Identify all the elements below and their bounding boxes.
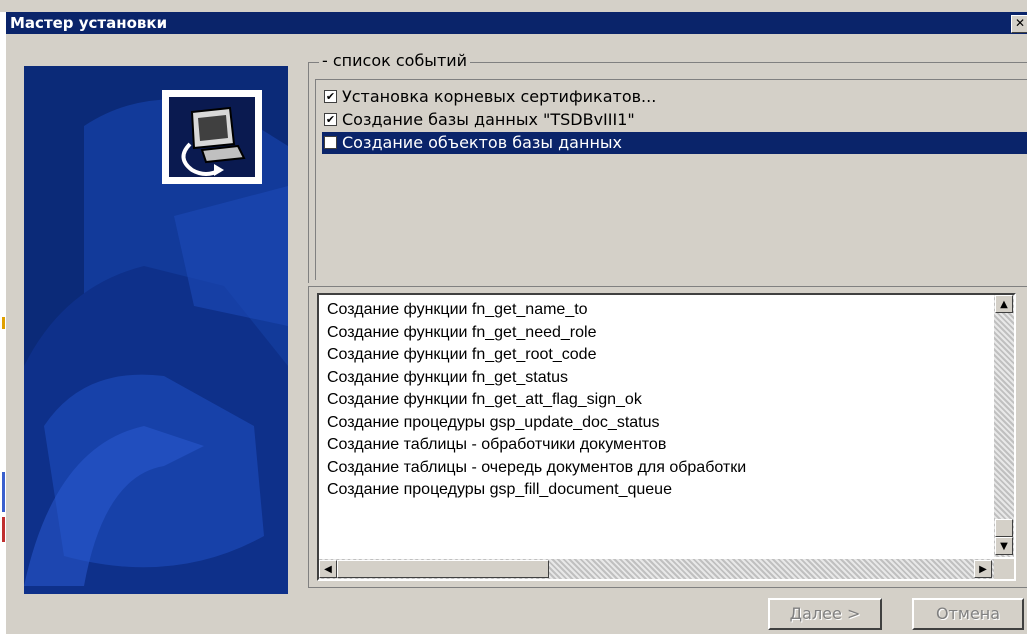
event-label: Установка корневых сертификатов...: [342, 87, 657, 106]
vertical-scroll-thumb[interactable]: [995, 519, 1013, 537]
event-checkbox[interactable]: ✔: [324, 90, 337, 103]
horizontal-scrollbar[interactable]: ◀ ▶: [319, 559, 994, 579]
wizard-banner: [24, 66, 288, 594]
log-lines: Создание функции fn_get_name_to Создание…: [327, 299, 987, 502]
event-label: Создание объектов базы данных: [342, 133, 623, 152]
event-checkbox[interactable]: [324, 136, 337, 149]
event-checkbox[interactable]: ✔: [324, 113, 337, 126]
window-title: Мастер установки: [10, 14, 168, 32]
event-item-database[interactable]: ✔ Создание базы данных "TSDBvIII1": [322, 109, 1027, 131]
log-line: Создание функции fn_get_name_to: [327, 301, 588, 318]
log-line: Создание таблицы - очередь документов дл…: [327, 458, 747, 476]
event-label: Создание базы данных "TSDBvIII1": [342, 110, 635, 129]
edge-mark: [2, 517, 5, 542]
log-listbox[interactable]: Создание функции fn_get_name_to Создание…: [317, 293, 1016, 581]
banner-artwork: [24, 66, 288, 594]
cancel-button[interactable]: Отмена: [912, 598, 1024, 630]
desktop-edge: [0, 12, 6, 634]
next-button[interactable]: Далее >: [768, 598, 882, 630]
log-line: Создание функции fn_get_need_role: [327, 323, 597, 341]
log-panel: Создание функции fn_get_name_to Создание…: [308, 286, 1027, 588]
log-line: Создание процедуры gsp_fill_document_que…: [327, 481, 672, 498]
horizontal-scroll-thumb[interactable]: [337, 560, 549, 578]
title-bar[interactable]: Мастер установки ✕: [6, 12, 1027, 34]
event-item-db-objects[interactable]: Создание объектов базы данных: [322, 132, 1027, 154]
log-line: Создание функции fn_get_status: [327, 368, 568, 386]
event-item-certificates[interactable]: ✔ Установка корневых сертификатов...: [322, 86, 1027, 108]
arrow-left-icon[interactable]: ◀: [319, 560, 337, 578]
arrow-up-icon[interactable]: ▲: [995, 295, 1013, 313]
arrow-right-icon[interactable]: ▶: [974, 560, 992, 578]
log-line: Создание функции fn_get_root_code: [327, 346, 597, 363]
events-list: ✔ Установка корневых сертификатов... ✔ С…: [315, 79, 1027, 280]
events-group: - список событий ✔ Установка корневых се…: [308, 51, 1027, 283]
events-group-legend: - список событий: [319, 51, 471, 70]
arrow-down-icon[interactable]: ▼: [995, 537, 1013, 555]
log-line: Создание функции fn_get_att_flag_sign_ok: [327, 391, 642, 408]
edge-mark: [2, 317, 5, 329]
log-line: Создание процедуры gsp_update_doc_status: [327, 413, 660, 431]
scrollbar-corner: [994, 559, 1014, 579]
log-line: Создание таблицы - обработчики документо…: [327, 436, 667, 453]
vertical-scrollbar[interactable]: ▲ ▼: [994, 295, 1014, 557]
close-icon[interactable]: ✕: [1011, 15, 1027, 33]
computer-install-icon: [162, 90, 262, 184]
edge-mark: [2, 472, 5, 512]
